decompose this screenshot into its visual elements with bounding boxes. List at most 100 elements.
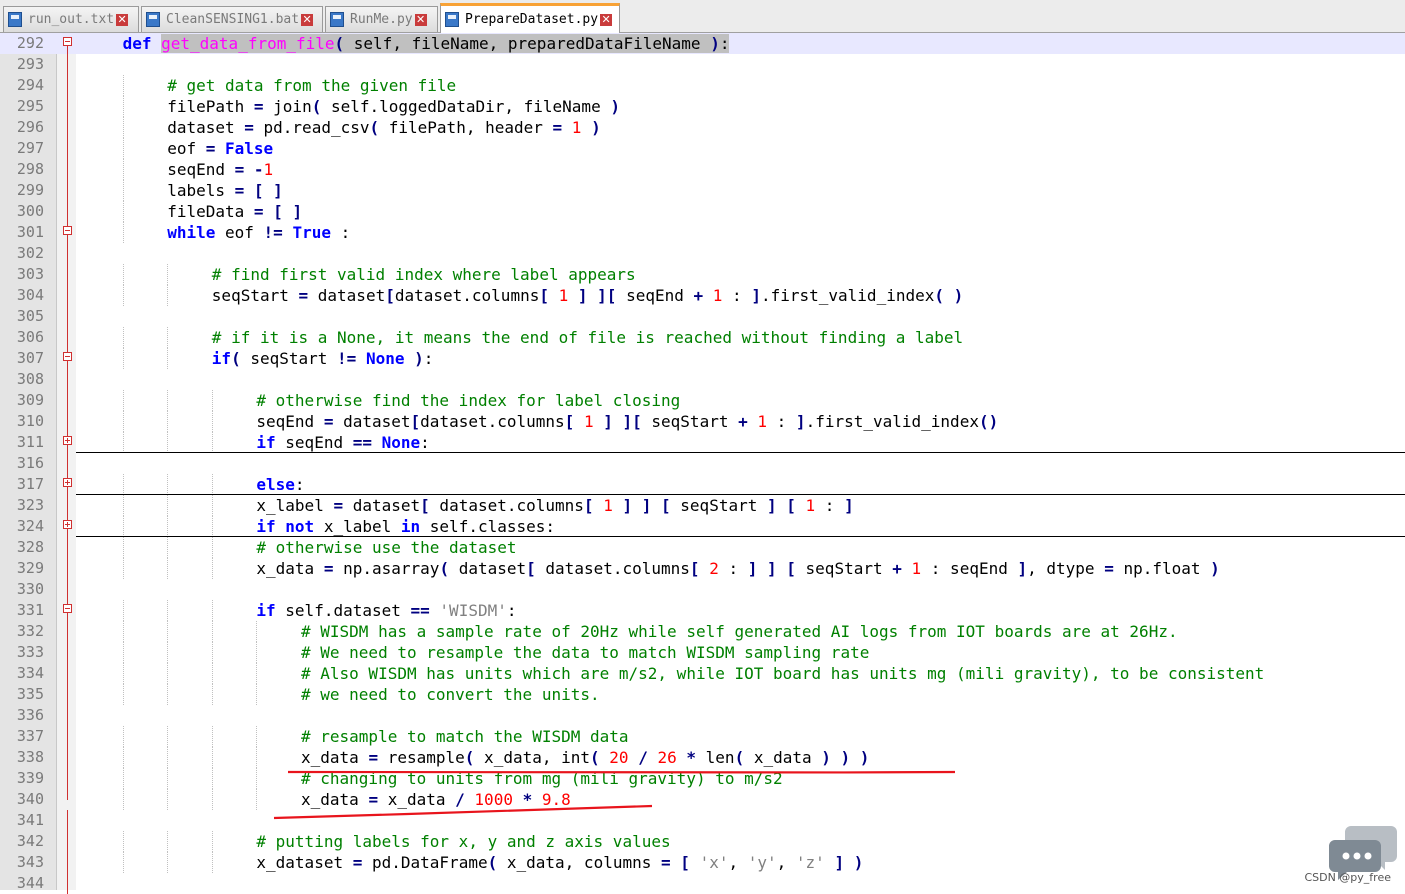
code-line[interactable]: 299 labels = [ ] [0, 180, 1405, 201]
tab-preparedataset-py[interactable]: PrepareDataset.py ✕ [440, 3, 620, 33]
code-token: ( [439, 559, 450, 578]
code-line[interactable]: 341 [0, 810, 1405, 831]
code-token: = [205, 139, 216, 158]
code-line[interactable]: 330 [0, 579, 1405, 600]
code-token: ] ) [834, 853, 864, 872]
code-line[interactable]: 307 if( seqStart != None ): [0, 348, 1405, 369]
code-line[interactable]: 329 x_data = np.asarray( dataset[ dataset… [0, 558, 1405, 579]
code-text: # otherwise find the index for label clo… [256, 390, 680, 411]
code-line[interactable]: 292 def get_data_from_file( self, fileNam… [0, 33, 1405, 54]
code-token: != [263, 223, 283, 242]
code-text: seqEnd = dataset[dataset.columns[ 1 ] ][… [256, 411, 998, 432]
line-number: 301 [16, 223, 44, 241]
line-number: 331 [16, 601, 44, 619]
code-token: : [722, 286, 752, 305]
code-line[interactable]: 338 x_data = resample( x_data, int( 20 / … [0, 747, 1405, 768]
code-line[interactable]: 306 # if it is a None, it means the end o… [0, 327, 1405, 348]
fold-expand-icon[interactable] [63, 436, 72, 445]
code-line[interactable]: 309 # otherwise find the index for label … [0, 390, 1405, 411]
code-token: filePath [167, 97, 254, 116]
code-token: = [244, 118, 254, 137]
code-line[interactable]: 344 [0, 873, 1405, 894]
code-token: 'y' [747, 853, 777, 872]
code-line[interactable]: 301 while eof != True : [0, 222, 1405, 243]
code-line[interactable]: 293 [0, 54, 1405, 75]
code-token: : [718, 559, 748, 578]
code-token: ) ) ) [821, 748, 870, 767]
code-line[interactable]: 303 # find first valid index where label … [0, 264, 1405, 285]
code-editor[interactable]: 292 def get_data_from_file( self, fileNam… [0, 33, 1405, 894]
code-line[interactable]: 331 if self.dataset == 'WISDM': [0, 600, 1405, 621]
code-line[interactable]: 310 seqEnd = dataset[dataset.columns[ 1 ]… [0, 411, 1405, 432]
line-number: 293 [16, 55, 44, 73]
line-number: 308 [16, 370, 44, 388]
line-number: 337 [16, 727, 44, 745]
code-token: ] ] [ [747, 559, 796, 578]
code-line[interactable]: 308 [0, 369, 1405, 390]
line-number: 344 [16, 874, 44, 892]
code-token: , dtype [1027, 559, 1105, 578]
tab-cleansensing1-bat[interactable]: CleanSENSING1.bat ✕ [141, 6, 323, 32]
code-line[interactable]: 294 # get data from the given file [0, 75, 1405, 96]
code-line[interactable]: 342 # putting labels for x, y and z axis … [0, 831, 1405, 852]
line-number: 295 [16, 97, 44, 115]
code-token: : [719, 34, 730, 53]
close-icon[interactable]: ✕ [414, 13, 427, 26]
code-line[interactable]: 335 # we need to convert the units. [0, 684, 1405, 705]
code-token: = [552, 118, 563, 137]
code-line[interactable]: 323 x_label = dataset[ dataset.columns[ 1… [0, 495, 1405, 516]
code-token: get_data_from_file [161, 34, 335, 53]
code-line[interactable]: 317 else: [0, 474, 1405, 495]
code-line[interactable]: 340 x_data = x_data / 1000 * 9.8 [0, 789, 1405, 810]
code-line[interactable]: 298 seqEnd = -1 [0, 159, 1405, 180]
code-line[interactable]: 336 [0, 705, 1405, 726]
code-token: seqEnd [616, 286, 694, 305]
code-token: [ ] [273, 202, 303, 221]
fold-collapse-icon[interactable] [63, 37, 72, 46]
code-line[interactable]: 302 [0, 243, 1405, 264]
code-token: # Also WISDM has units which are m/s2, w… [301, 664, 1265, 683]
line-number: 309 [16, 391, 44, 409]
tab-run-out-txt[interactable]: run_out.txt ✕ [3, 6, 139, 32]
code-text: if seqEnd == None: [256, 432, 429, 453]
code-line[interactable]: 328 # otherwise use the dataset [0, 537, 1405, 558]
close-icon[interactable]: ✕ [301, 13, 314, 26]
code-token: ) [414, 349, 424, 368]
code-line[interactable]: 296 dataset = pd.read_csv( filePath, head… [0, 117, 1405, 138]
code-line[interactable]: 332 # WISDM has a sample rate of 20Hz whi… [0, 621, 1405, 642]
code-line[interactable]: 316 [0, 453, 1405, 474]
code-line[interactable]: 333 # We need to resample the data to mat… [0, 642, 1405, 663]
fold-collapse-icon[interactable] [63, 226, 72, 235]
code-line[interactable]: 311 if seqEnd == None: [0, 432, 1405, 453]
close-icon[interactable]: ✕ [116, 13, 129, 26]
code-token: dataset.columns [535, 559, 690, 578]
code-line[interactable]: 343 x_dataset = pd.DataFrame( x_data, col… [0, 852, 1405, 873]
fold-expand-icon[interactable] [63, 520, 72, 529]
code-line[interactable]: 339 # changing to units from mg (mili gra… [0, 768, 1405, 789]
fold-collapse-icon[interactable] [63, 352, 72, 361]
code-line[interactable]: 305 [0, 306, 1405, 327]
file-save-icon [146, 12, 160, 27]
code-line[interactable]: 295 filePath = join( self.loggedDataDir, … [0, 96, 1405, 117]
code-line[interactable]: 297 eof = False [0, 138, 1405, 159]
tab-runme-py[interactable]: RunMe.py ✕ [325, 6, 438, 32]
code-token: = [253, 97, 264, 116]
code-token: ] [1017, 559, 1028, 578]
fold-collapse-icon[interactable] [63, 604, 72, 613]
code-token: ( [734, 748, 745, 767]
close-icon[interactable]: ✕ [600, 13, 613, 26]
code-line[interactable]: 304 seqStart = dataset[dataset.columns[ 1… [0, 285, 1405, 306]
line-number: 294 [16, 76, 44, 94]
line-number: 328 [16, 538, 44, 556]
code-line[interactable]: 324 if not x_label in self.classes: [0, 516, 1405, 537]
code-line[interactable]: 334 # Also WISDM has units which are m/s2… [0, 663, 1405, 684]
code-line[interactable]: 300 fileData = [ ] [0, 201, 1405, 222]
code-token: seqEnd [275, 433, 353, 452]
code-token: 'z' [795, 853, 825, 872]
fold-expand-icon[interactable] [63, 478, 72, 487]
code-line[interactable]: 337 # resample to match the WISDM data [0, 726, 1405, 747]
